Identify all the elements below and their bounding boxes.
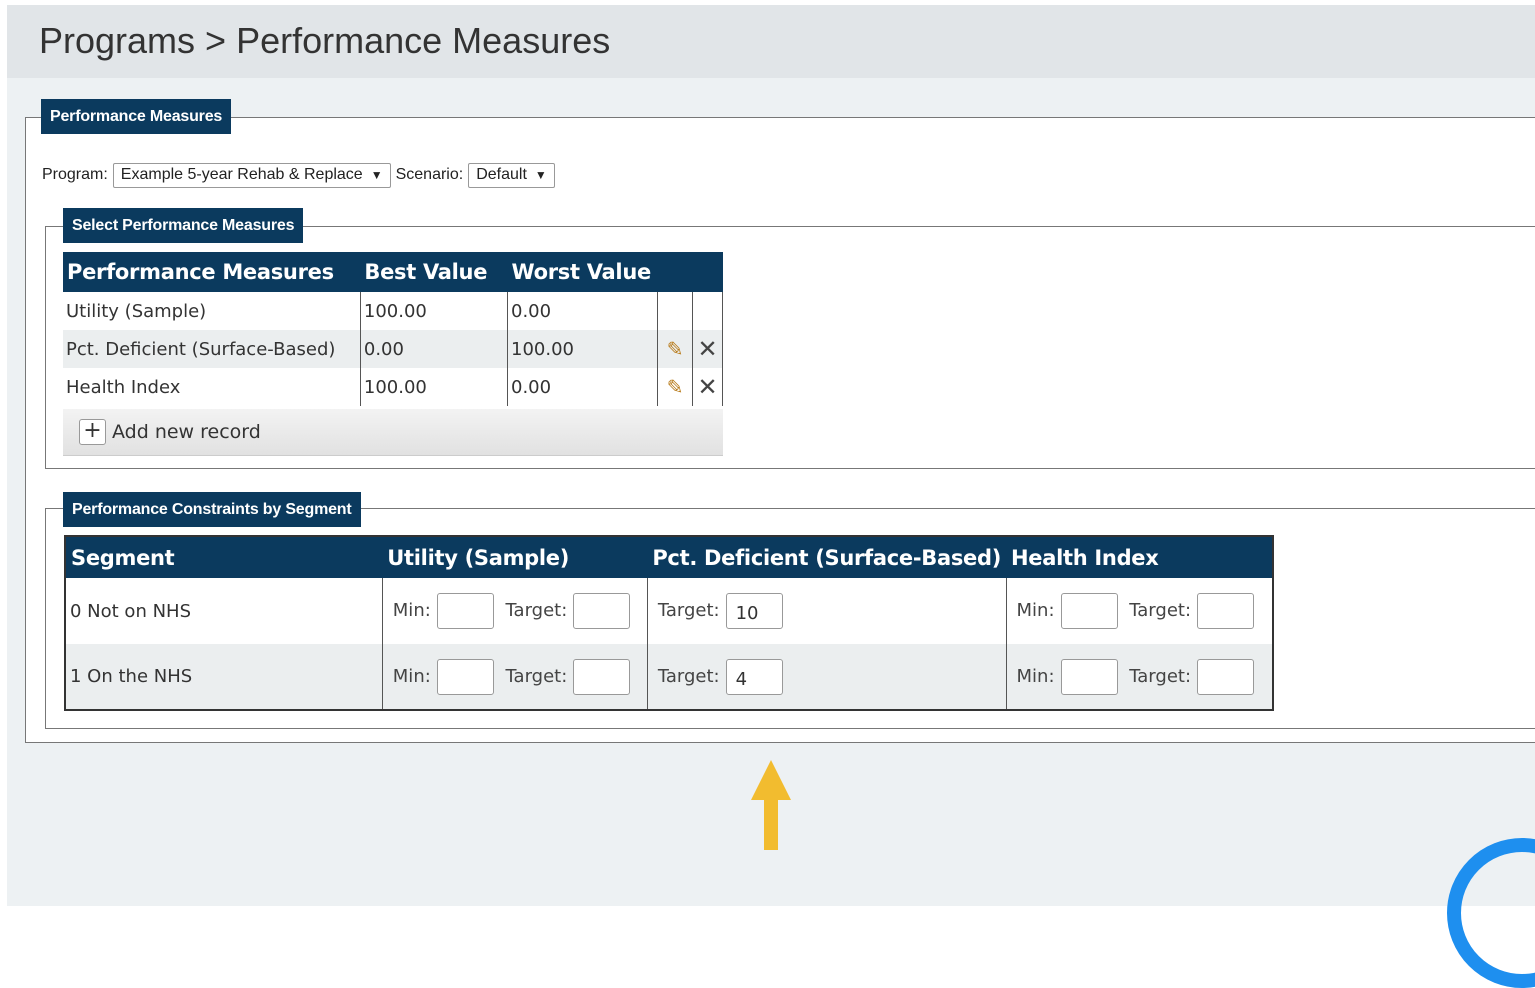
measure-name: Health Index (63, 368, 361, 406)
constraints-table: Segment Utility (Sample) Pct. Deficient … (64, 535, 1274, 711)
worst-value: 0.00 (507, 368, 659, 406)
segment-name: 1 On the NHS (65, 644, 383, 710)
column-header-utility[interactable]: Utility (Sample) (382, 536, 648, 578)
utility-target-input[interactable] (573, 593, 631, 629)
table-row: 1 On the NHS Min: Target: Target: 4 Min: … (65, 644, 1274, 710)
health-index-target-input[interactable] (1197, 658, 1255, 695)
measure-name: Pct. Deficient (Surface-Based) (63, 330, 361, 368)
program-label: Program: (42, 166, 108, 183)
column-header-edit (657, 252, 693, 292)
constraints-legend: Performance Constraints by Segment (63, 492, 361, 527)
edit-button[interactable]: ✎ (657, 330, 693, 368)
segment-name: 0 Not on NHS (65, 578, 383, 644)
delete-icon[interactable]: ✕ (697, 335, 717, 363)
health-index-min-input[interactable] (1060, 658, 1118, 695)
column-header-worst[interactable]: Worst Value (507, 252, 658, 292)
program-select-value: Example 5-year Rehab & Replace (120, 166, 363, 183)
worst-value: 100.00 (507, 330, 659, 368)
plus-icon: + (79, 419, 106, 445)
filter-bar: Program: Example 5-year Rehab & Replace … (42, 162, 560, 188)
pct-deficient-cell: Target: 4 (647, 644, 1007, 710)
column-header-health-index[interactable]: Health Index (1006, 536, 1273, 578)
target-label: Target: (1129, 665, 1192, 687)
delete-button[interactable]: ✕ (692, 368, 723, 406)
best-value: 100.00 (360, 368, 509, 406)
delete-cell (692, 292, 723, 330)
best-value: 100.00 (360, 292, 509, 330)
target-label: Target: (505, 600, 568, 621)
table-header-row: Segment Utility (Sample) Pct. Deficient … (65, 536, 1273, 578)
utility-cell: Min: Target: (382, 644, 648, 710)
performance-measures-legend: Performance Measures (41, 99, 232, 134)
edit-cell (657, 292, 693, 330)
column-header-segment[interactable]: Segment (65, 536, 383, 578)
health-index-target-input[interactable] (1197, 593, 1255, 629)
target-label: Target: (1129, 600, 1192, 621)
breadcrumb: Programs > Performance Measures (39, 20, 611, 61)
table-row[interactable]: Pct. Deficient (Surface-Based) 0.00 100.… (63, 330, 723, 368)
delete-button[interactable]: ✕ (692, 330, 723, 368)
edit-button[interactable]: ✎ (657, 368, 693, 406)
column-header-pct-deficient[interactable]: Pct. Deficient (Surface-Based) (647, 536, 1007, 578)
scenario-label: Scenario: (395, 166, 464, 183)
performance-measures-table: Performance Measures Best Value Worst Va… (63, 252, 723, 406)
pct-deficient-target-input[interactable]: 4 (725, 658, 783, 695)
add-new-record-label: Add new record (112, 421, 261, 443)
delete-icon[interactable]: ✕ (697, 373, 717, 401)
title-bar: Programs > Performance Measures (7, 5, 1535, 78)
table-header-row: Performance Measures Best Value Worst Va… (63, 252, 723, 292)
table-row[interactable]: Utility (Sample) 100.00 0.00 (63, 292, 723, 330)
select-measures-legend: Select Performance Measures (63, 208, 304, 243)
health-index-min-input[interactable] (1060, 593, 1118, 629)
target-label: Target: (657, 665, 720, 687)
dropdown-arrow-icon: ▼ (370, 168, 383, 182)
measure-name: Utility (Sample) (63, 292, 361, 330)
pencil-icon[interactable]: ✎ (667, 375, 684, 399)
column-header-best[interactable]: Best Value (360, 252, 508, 292)
health-index-cell: Min: Target: (1006, 578, 1274, 644)
worst-value: 0.00 (507, 292, 659, 330)
utility-min-input[interactable] (436, 593, 494, 629)
table-row: 0 Not on NHS Min: Target: Target: 10 Min:… (65, 578, 1274, 644)
min-label: Min: (1016, 665, 1055, 687)
utility-min-input[interactable] (436, 658, 494, 695)
pct-deficient-target-input[interactable]: 10 (725, 593, 783, 629)
table-row[interactable]: Health Index 100.00 0.00 ✎ ✕ (63, 368, 723, 406)
column-header-measure[interactable]: Performance Measures (63, 252, 361, 292)
table-toolbar: + Add new record (63, 409, 723, 456)
up-arrow-icon (751, 760, 791, 850)
utility-cell: Min: Target: (382, 578, 648, 644)
min-label: Min: (1016, 600, 1055, 621)
scenario-select-value: Default (476, 166, 527, 183)
dropdown-arrow-icon: ▼ (534, 168, 547, 182)
utility-target-input[interactable] (573, 658, 631, 695)
scenario-select[interactable]: Default ▼ (468, 162, 555, 188)
target-label: Target: (505, 665, 568, 687)
best-value: 0.00 (360, 330, 509, 368)
pct-deficient-cell: Target: 10 (647, 578, 1007, 644)
add-new-record-button[interactable]: + Add new record (79, 419, 261, 445)
column-header-delete (692, 252, 723, 292)
pencil-icon[interactable]: ✎ (667, 337, 684, 361)
health-index-cell: Min: Target: (1006, 644, 1274, 710)
min-label: Min: (392, 665, 431, 687)
program-select[interactable]: Example 5-year Rehab & Replace ▼ (112, 162, 391, 188)
min-label: Min: (392, 600, 431, 621)
target-label: Target: (657, 600, 720, 621)
